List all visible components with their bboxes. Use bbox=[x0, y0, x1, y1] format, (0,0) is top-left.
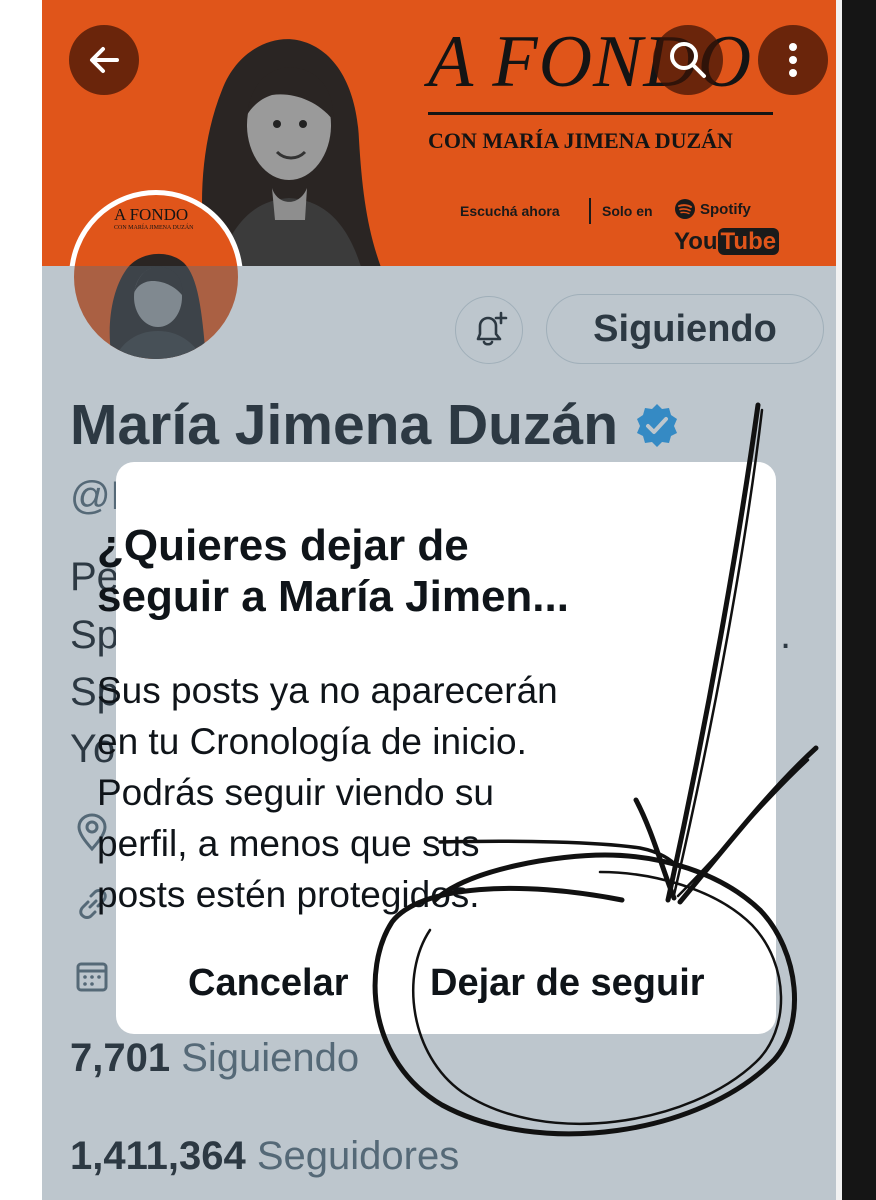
youtube-label-1: You bbox=[674, 228, 718, 255]
banner-solo-text: Solo en bbox=[602, 203, 653, 219]
device-frame-edge bbox=[836, 0, 842, 1200]
more-button[interactable] bbox=[758, 25, 828, 95]
search-button[interactable] bbox=[653, 25, 723, 95]
spotify-icon bbox=[675, 199, 695, 219]
more-vertical-icon bbox=[789, 43, 797, 77]
profile-screen: A FONDO CON MARÍA JIMENA DUZÁN Escuchá a… bbox=[42, 0, 836, 1200]
spotify-logo: Spotify bbox=[674, 198, 751, 220]
dialog-body-line-3: Podrás seguir viendo su bbox=[97, 772, 494, 813]
back-button[interactable] bbox=[69, 25, 139, 95]
arrow-left-icon bbox=[90, 47, 119, 73]
dialog-body: Sus posts ya no aparecerán en tu Cronolo… bbox=[97, 665, 677, 920]
dialog-body-line-5: posts estén protegidos. bbox=[97, 874, 480, 915]
dialog-title-line-2: seguir a María Jimen... bbox=[97, 572, 569, 621]
banner-listen-text: Escuchá ahora bbox=[460, 203, 560, 219]
dialog-body-line-1: Sus posts ya no aparecerán bbox=[97, 670, 558, 711]
avatar-title: A FONDO bbox=[114, 205, 189, 224]
search-icon bbox=[670, 42, 706, 78]
unfollow-button[interactable]: Dejar de seguir bbox=[430, 955, 705, 1011]
dialog-title: ¿Quieres dejar de seguir a María Jimen..… bbox=[97, 520, 657, 622]
dialog-body-line-2: en tu Cronología de inicio. bbox=[97, 721, 527, 762]
banner-subtitle: CON MARÍA JIMENA DUZÁN bbox=[428, 128, 733, 153]
device-frame-left bbox=[0, 0, 42, 1200]
spotify-label: Spotify bbox=[700, 200, 751, 218]
banner-title-rule bbox=[428, 112, 773, 115]
device-frame-right bbox=[836, 0, 876, 1200]
avatar-subtitle: CON MARÍA JIMENA DUZÁN bbox=[114, 225, 194, 231]
banner-separator bbox=[589, 198, 591, 224]
youtube-logo: You Tube bbox=[674, 228, 780, 256]
dialog-title-line-1: ¿Quieres dejar de bbox=[97, 521, 469, 570]
dialog-body-line-4: perfil, a menos que sus bbox=[97, 823, 480, 864]
youtube-label-2: Tube bbox=[717, 228, 780, 255]
cancel-button[interactable]: Cancelar bbox=[188, 955, 349, 1011]
